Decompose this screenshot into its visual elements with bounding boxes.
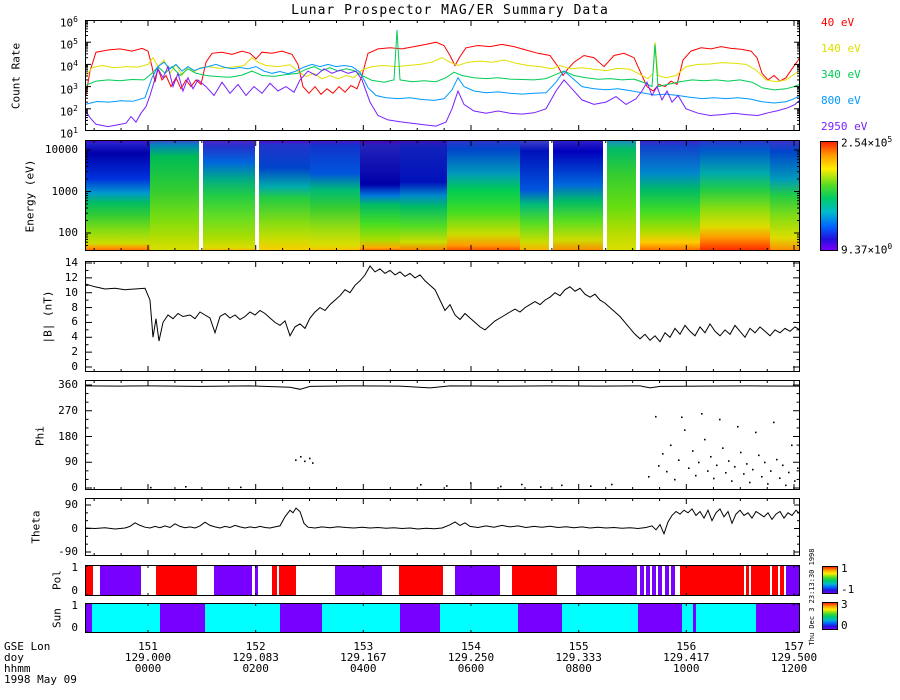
plot-timestamp: Thu Dec 3 23:13:30 1998 xyxy=(808,548,816,646)
phi-panel xyxy=(85,380,800,490)
energy-ytick-100: 100 xyxy=(58,226,78,239)
count-rate-ytick-10e4: 104 xyxy=(59,59,78,75)
bfield-ytick-0: 0 xyxy=(71,360,78,373)
theta-ytick--90: -90 xyxy=(58,544,78,558)
count-rate-plot xyxy=(85,20,800,131)
bfield-ytick-8: 8 xyxy=(71,300,78,314)
pol-overlay xyxy=(85,565,800,596)
sun-strip xyxy=(85,603,800,633)
count-rate-ytick-10e1: 101 xyxy=(59,126,78,141)
xaxis-hhmm-4: 0800 xyxy=(565,662,592,675)
spectrogram-overlay xyxy=(85,140,800,251)
bfield-plot xyxy=(85,261,800,372)
theta-panel xyxy=(85,498,800,556)
bfield-ytick-12: 12 xyxy=(64,270,78,284)
legend-item-140-ev: 140 eV xyxy=(821,42,861,55)
xaxis-date: 1998 May 09 xyxy=(4,673,77,686)
pol-strip xyxy=(85,565,800,596)
energy-ytick-10000: 10000 xyxy=(44,143,78,156)
legend-item-340-ev: 340 eV xyxy=(821,68,861,81)
phi-ytick-180: 180 xyxy=(58,429,78,443)
bfield-ytick-4: 4 xyxy=(71,330,78,344)
bfield-ytick-6: 6 xyxy=(71,315,78,329)
colorbar-min-label: 9.37×100 xyxy=(841,242,893,257)
xaxis-hhmm-6: 1200 xyxy=(780,662,808,675)
bfield-ytick-2: 2 xyxy=(71,345,78,359)
lunar-prospector-summary-figure: Lunar Prospector MAG/ER Summary Data Cou… xyxy=(0,0,900,700)
legend-item-2950-ev: 2950 eV xyxy=(821,120,868,133)
bfield-ytick-10: 10 xyxy=(64,285,78,299)
phi-ytick-0: 0 xyxy=(71,481,78,494)
colorbar-max-label: 2.54×105 xyxy=(841,135,893,150)
sun-ytick-0: 0 xyxy=(71,621,78,634)
count-rate-ytick-10e5: 105 xyxy=(59,37,78,52)
xaxis-hhmm-0: 0000 xyxy=(134,662,162,675)
sun-ytick-1: 1 xyxy=(71,599,78,612)
phi-ytick-270: 270 xyxy=(58,403,78,417)
pol-ytick-0: 0 xyxy=(71,584,78,597)
count-rate-ytick-10e6: 106 xyxy=(59,15,78,30)
theta-ytick-90: 90 xyxy=(64,498,78,511)
pol-ytick-1: 1 xyxy=(71,561,78,574)
bfield-panel xyxy=(85,261,800,372)
phi-ytick-90: 90 xyxy=(64,455,78,469)
count-rate-ytick-10e3: 103 xyxy=(59,81,78,97)
pol-colorbar xyxy=(822,566,838,594)
theta-ytick-0: 0 xyxy=(71,521,78,535)
energy-spectrogram-panel xyxy=(85,140,800,251)
xaxis-hhmm-1: 0200 xyxy=(242,662,269,675)
pol-colorbar-max: 1 xyxy=(841,562,848,575)
sun-colorbar xyxy=(822,602,838,630)
phi-plot xyxy=(85,380,800,490)
figure-title: Lunar Prospector MAG/ER Summary Data xyxy=(291,3,609,18)
sun-colorbar-max: 3 xyxy=(841,598,848,611)
spectrogram-colorbar xyxy=(820,141,838,251)
bfield-ytick-14: 14 xyxy=(64,255,78,269)
xaxis-hhmm-3: 0600 xyxy=(457,662,485,675)
xaxis-hhmm-2: 0400 xyxy=(350,662,377,675)
count-rate-ytick-10e2: 102 xyxy=(59,103,78,119)
count-rate-panel xyxy=(85,20,800,131)
phi-ytick-360: 360 xyxy=(58,378,78,391)
count-rate-axis-title: Count Rate xyxy=(9,42,23,110)
energy-ytick-1000: 1000 xyxy=(51,184,79,198)
sun-overlay xyxy=(85,603,800,633)
theta-plot xyxy=(85,498,800,556)
xaxis-hhmm-5: 1000 xyxy=(673,662,700,675)
legend-item-40-ev: 40 eV xyxy=(821,16,855,29)
legend-item-800-ev: 800 eV xyxy=(821,94,861,107)
pol-colorbar-min: -1 xyxy=(841,583,855,596)
sun-colorbar-min: 0 xyxy=(841,619,848,632)
